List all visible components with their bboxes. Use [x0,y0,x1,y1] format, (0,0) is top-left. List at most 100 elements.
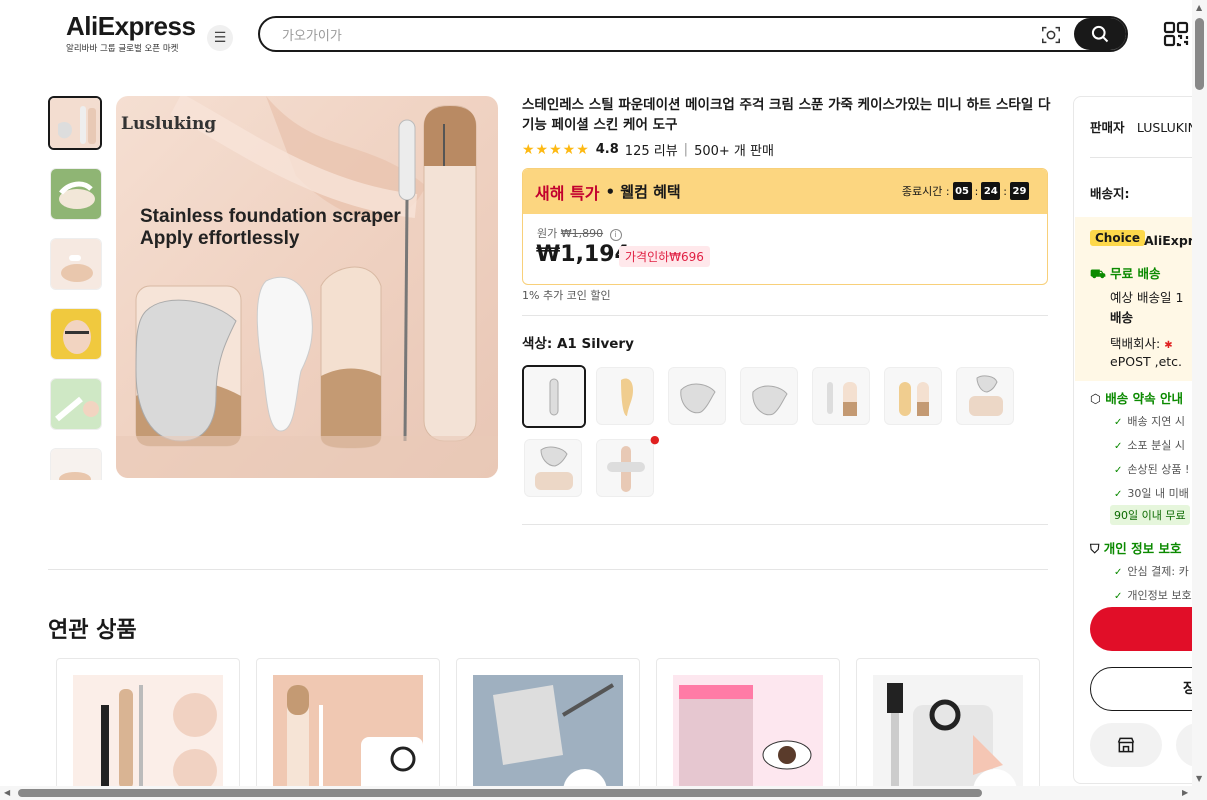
hot-fire-icon: ● [650,433,660,446]
privacy-title: 개인 정보 보호 [1103,541,1182,556]
shield-check-icon: ⛉ [1090,541,1100,556]
delivery-promise-title: 배송 약속 안내 [1105,391,1183,406]
search-icon [1091,25,1109,43]
ship-to-label[interactable]: 배송지: [1090,183,1130,202]
hero-subheadline: Apply effortlessly [140,228,300,249]
buy-now-button[interactable] [1090,607,1207,651]
color-swatch[interactable] [596,439,654,497]
sold-count: 500+ 개 판매 [694,144,774,159]
promo-header: 새해 특가 • 웰컴 혜택 종료시간 : 05: 24: 29 [523,169,1047,214]
info-icon[interactable]: i [609,229,622,241]
timer-label: 종료시간 : [901,185,950,198]
related-product-image [673,675,823,797]
color-swatch[interactable] [956,367,1014,425]
store-button[interactable] [1090,723,1162,767]
page: AliExpress 알리바바 그룹 글로벌 오픈 마켓 ☰ 가오가이가 Lus… [0,0,1207,800]
scroll-right-icon[interactable]: ▶ [1182,788,1188,797]
courier-line1: 택배회사: ✱ [1110,333,1173,352]
delivery-promise[interactable]: ⬡ 배송 약속 안내 [1090,388,1183,407]
truck-icon: ⛟ [1090,266,1106,281]
est-delivery-line2: 배송 [1110,310,1134,325]
check-icon: ✓ [1114,465,1123,476]
color-label: 색상: A1 Silvery [522,332,634,352]
menu-icon[interactable]: ☰ [207,25,233,51]
check-icon: ✓ [1114,489,1123,500]
thumbnail[interactable] [50,378,102,430]
scroll-down-icon[interactable]: ▼ [1196,774,1202,783]
thumbnail[interactable] [50,238,102,290]
timer-hours: 05 [952,182,972,200]
scroll-up-icon[interactable]: ▲ [1196,3,1202,12]
vertical-scroll-thumb[interactable] [1195,18,1204,90]
color-label-text: 색상: [522,336,553,352]
color-swatch[interactable] [524,439,582,497]
search-button[interactable] [1074,18,1126,50]
color-swatch[interactable] [884,367,942,425]
discount-badge: 가격인하₩696 [619,246,710,267]
related-products-title: 연관 상품 [48,618,137,643]
privacy-item: ✓ 개인정보 보호 [1114,589,1192,602]
search-bar: 가오가이가 [258,16,1128,52]
add-to-cart-button[interactable]: 장 [1090,667,1207,711]
color-swatch[interactable] [668,367,726,425]
qr-code-icon[interactable] [1163,21,1189,47]
promo-box: 새해 특가 • 웰컴 혜택 종료시간 : 05: 24: 29 원가 ₩1,89… [522,168,1048,285]
return-tag: 90일 이내 무료 [1110,505,1190,525]
est-delivery-line1: 예상 배송일 1 [1110,290,1184,305]
free-shipping-text: 무료 배송 [1110,266,1161,281]
color-swatch[interactable] [522,365,586,428]
logo-text: AliExpress [66,11,196,41]
promise-item: ✓ 배송 지연 시 [1114,415,1185,428]
color-value: A1 Silvery [556,336,634,352]
aliexpress-logo[interactable]: AliExpress 알리바바 그룹 글로벌 오픈 마켓 [66,11,196,54]
store-icon [1117,737,1135,753]
privacy-protection[interactable]: ⛉ 개인 정보 보호 [1090,538,1181,557]
horizontal-scroll-thumb[interactable] [18,789,982,797]
scroll-left-icon[interactable]: ◀ [4,788,10,797]
related-product-image [73,675,223,797]
horizontal-scrollbar[interactable]: ◀ ▶ [0,786,1207,800]
seller-label: 판매자 [1090,120,1125,135]
privacy-item: ✓ 안심 결제: 카 [1114,565,1189,578]
shield-box-icon: ⬡ [1090,391,1101,406]
divider [522,315,1048,316]
thumbnail[interactable] [50,308,102,360]
vertical-scrollbar[interactable]: ▲ ▼ [1192,0,1207,786]
rating-stars-icon: ★★★★★ [522,141,590,158]
original-price-label: 원가 [537,227,558,240]
related-product-card[interactable] [456,658,640,798]
sale-price: ₩1,194 [536,242,630,267]
original-price-value: ₩1,890 [560,227,604,240]
promo-subtitle: • 웰컴 혜택 [605,183,681,201]
courier-label: 택배회사: [1110,336,1161,351]
brand-watermark: Lusluking [121,114,217,134]
logo-subtitle: 알리바바 그룹 글로벌 오픈 마켓 [66,44,179,54]
coin-discount: 1% 추가 코인 할인 [522,289,611,302]
color-swatch[interactable] [812,367,870,425]
thumbnail-list [48,96,102,480]
countdown-timer: 종료시간 : 05: 24: 29 [902,182,1029,200]
main-product-image[interactable]: Lusluking Stainless foundation scraper A… [116,96,498,478]
search-input[interactable]: 가오가이가 [282,25,342,44]
promo-title: 새해 특가 [535,183,600,203]
image-search-icon[interactable] [1040,24,1062,46]
color-swatch[interactable] [740,367,798,425]
related-product-card[interactable] [256,658,440,798]
rating-value: 4.8 [595,142,619,157]
check-icon: ✓ [1114,441,1123,452]
promise-item: ✓ 손상된 상품 ! [1114,463,1190,476]
color-swatch[interactable] [596,367,654,425]
original-price: 원가 ₩1,890 i [537,225,622,241]
thumbnail[interactable] [48,96,102,150]
thumbnail[interactable] [50,168,102,220]
related-product-card[interactable] [56,658,240,798]
courier-logo-icon: ✱ [1164,340,1173,351]
review-count[interactable]: 125 리뷰 [625,140,678,159]
purchase-sidebar: 판매자 LUSLUKING 배송지: Choice AliExpress ⛟ 무… [1073,96,1207,784]
thumbnail[interactable] [50,448,102,480]
related-product-card[interactable] [656,658,840,798]
related-product-card[interactable] [856,658,1040,798]
related-product-image [473,675,623,797]
rating-row: ★★★★★ 4.8 125 리뷰 | 500+ 개 판매 [522,140,774,160]
seller-row: 판매자 LUSLUKING [1090,117,1207,136]
